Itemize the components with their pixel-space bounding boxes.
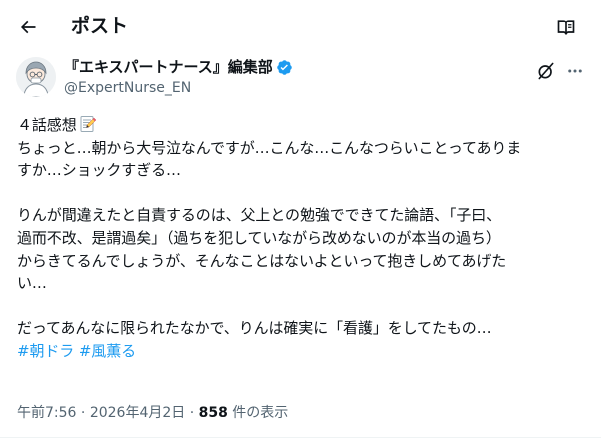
views-label: 件の表示: [227, 405, 289, 421]
page-title: ポスト: [71, 15, 129, 37]
top-bar: ポスト: [0, 0, 601, 53]
memo-pencil-emoji: [79, 115, 97, 133]
tweet-line: ちょっと…朝から大号泣なんですが…こんな…こんなつらいことってありま: [17, 138, 522, 157]
author-block: 『エキスパートナース』編集部 @ExpertNurse_EN: [64, 57, 293, 98]
hashtag-link[interactable]: #風薫る: [79, 342, 136, 360]
grok-button[interactable]: [533, 58, 559, 84]
tweet-line-text: ４話感想: [17, 116, 77, 134]
arrow-left-icon: [20, 20, 36, 34]
more-options-button[interactable]: [562, 58, 588, 84]
tweet-line: だってあんなに限られたなかで、りんは確実に「看護」をしてたもの…: [17, 319, 492, 338]
post-time: 午前7:56: [17, 405, 77, 421]
verified-badge-icon[interactable]: [276, 59, 293, 76]
tweet-metadata: 午前7:56 · 2026年4月2日 · 858 件の表示: [17, 403, 288, 423]
avatar-nurse-illustration: [16, 57, 56, 97]
tweet-line: 過而不改、是謂過矣」（過ちを犯していながら改めないのが本当の過ち）: [17, 228, 501, 247]
tweet-line: すか…ショックすぎる…: [17, 161, 181, 180]
avatar[interactable]: [16, 57, 56, 97]
hashtag-row: #朝ドラ #風薫る: [17, 340, 587, 363]
reader-book-icon: [557, 20, 575, 35]
tweet-text: ４話感想 ちょっと…朝から大号泣なんですが…こんな…こんなつらいことってありま …: [17, 114, 587, 363]
meta-separator: ·: [76, 405, 90, 421]
more-dots-icon: [568, 69, 582, 73]
views-count[interactable]: 858: [199, 405, 228, 421]
post-date: 2026年4月2日: [89, 405, 186, 421]
tweet-line: い…: [17, 274, 47, 293]
hashtag-link[interactable]: #朝ドラ: [17, 342, 74, 360]
author-handle[interactable]: @ExpertNurse_EN: [64, 78, 293, 98]
reader-mode-button[interactable]: [548, 9, 584, 45]
tweet-line: りんが間違えたと自責するのは、父上との勉強でできてた論語、「子曰、: [17, 206, 502, 225]
timestamp-link[interactable]: 午前7:56 · 2026年4月2日: [17, 405, 185, 421]
grok-icon: [538, 62, 554, 80]
divider: [0, 437, 601, 438]
author-name-row: 『エキスパートナース』編集部: [64, 57, 293, 77]
author-display-name[interactable]: 『エキスパートナース』編集部: [64, 57, 273, 77]
meta-separator: ·: [185, 405, 199, 421]
back-button[interactable]: [10, 9, 46, 45]
tweet-line: からきてるんでしょうが、そんなことはないよといって抱きしめてあげた: [17, 251, 507, 270]
tweet-line: ４話感想: [17, 114, 587, 137]
